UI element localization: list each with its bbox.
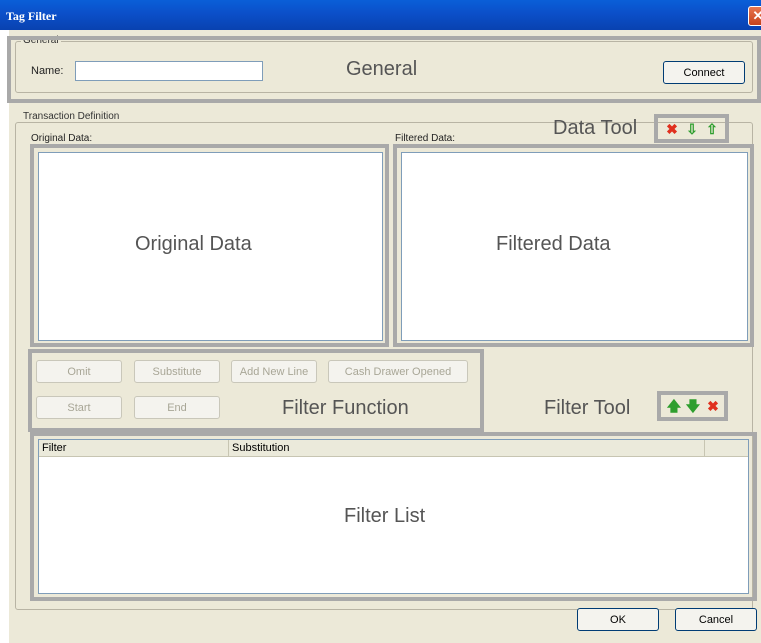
omit-button[interactable]: Omit <box>36 360 122 383</box>
move-down-icon[interactable]: 🡇 <box>684 397 702 415</box>
cancel-button[interactable]: Cancel <box>675 608 757 631</box>
general-overlay-label: General <box>346 58 418 80</box>
connect-button[interactable]: Connect <box>663 61 745 84</box>
delete-icon[interactable]: ✖ <box>704 397 722 415</box>
data-tool-label: Data Tool <box>553 117 638 139</box>
original-data-label: Original Data: <box>31 133 93 144</box>
filter-function-overlay: Filter Function <box>282 397 409 419</box>
delete-icon[interactable]: ✖ <box>663 120 681 138</box>
original-data-overlay: Original Data <box>135 233 252 255</box>
substitute-button[interactable]: Substitute <box>134 360 220 383</box>
ok-button[interactable]: OK <box>577 608 659 631</box>
filtered-data-label: Filtered Data: <box>395 133 456 144</box>
filtered-data-overlay: Filtered Data <box>496 233 611 255</box>
start-button[interactable]: Start <box>36 396 122 419</box>
move-up-icon[interactable]: 🡅 <box>665 397 683 415</box>
import-icon[interactable]: ⇩ <box>683 120 701 138</box>
window-title: Tag Filter <box>6 9 57 23</box>
transaction-definition-label: Transaction Definition <box>21 111 122 122</box>
close-icon: ✕ <box>752 8 761 23</box>
name-label: Name: <box>31 65 64 77</box>
add-new-line-button[interactable]: Add New Line <box>231 360 317 383</box>
name-input[interactable] <box>75 61 263 81</box>
cash-drawer-opened-button[interactable]: Cash Drawer Opened <box>328 360 468 383</box>
filter-tool-label: Filter Tool <box>544 397 631 419</box>
title-bar: Tag Filter ✕ <box>0 0 761 30</box>
filter-list-overlay: Filter List <box>344 505 426 527</box>
end-button[interactable]: End <box>134 396 220 419</box>
export-icon[interactable]: ⇧ <box>703 120 721 138</box>
close-button[interactable]: ✕ <box>748 6 761 26</box>
dialog-body: General Name: General Connect Transactio… <box>7 30 761 643</box>
